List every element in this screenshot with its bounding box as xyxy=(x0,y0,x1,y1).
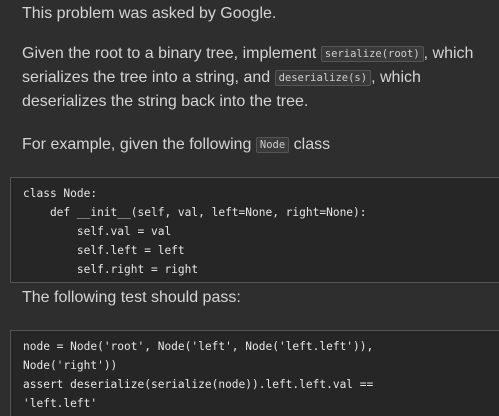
test-code-block: node = Node('root', Node('left', Node('l… xyxy=(10,330,499,416)
test-intro-text: The following test should pass: xyxy=(22,289,241,306)
code-line: 'left.left' xyxy=(23,397,98,410)
example-text: For example, given the following Node cl… xyxy=(22,133,330,158)
node-inline-code: Node xyxy=(255,137,290,153)
code-line: assert deserialize(serialize(node)).left… xyxy=(23,378,374,391)
code-line: self.left = left xyxy=(23,244,185,257)
problem-line-2-after: , which xyxy=(371,69,421,86)
example-after: class xyxy=(289,136,331,153)
code-line: node = Node('root', Node('left', Node('l… xyxy=(23,340,374,353)
example-before: For example, given the following xyxy=(22,136,256,153)
code-line: class Node: xyxy=(23,187,98,200)
code-line: def __init__(self, val, left=None, right… xyxy=(23,206,367,219)
serialize-inline-code: serialize(root) xyxy=(320,46,424,62)
problem-line-2-before: serializes the tree into a string, and xyxy=(22,69,275,86)
problem-line-1: Given the root to a binary tree, impleme… xyxy=(22,42,473,67)
intro-text: This problem was asked by Google. xyxy=(22,5,277,22)
problem-line-1-after: , which xyxy=(423,45,474,62)
problem-line-3: deserializes the string back into the tr… xyxy=(22,93,309,110)
code-line: Node('right')) xyxy=(23,359,118,372)
problem-line-1-before: Given the root to a binary tree, impleme… xyxy=(22,45,321,62)
node-class-code-block: class Node: def __init__(self, val, left… xyxy=(10,177,499,283)
deserialize-inline-code: deserialize(s) xyxy=(274,70,372,86)
code-line: self.right = right xyxy=(23,263,199,276)
problem-line-2: serializes the tree into a string, and d… xyxy=(22,66,421,91)
code-line: self.val = val xyxy=(23,225,172,238)
